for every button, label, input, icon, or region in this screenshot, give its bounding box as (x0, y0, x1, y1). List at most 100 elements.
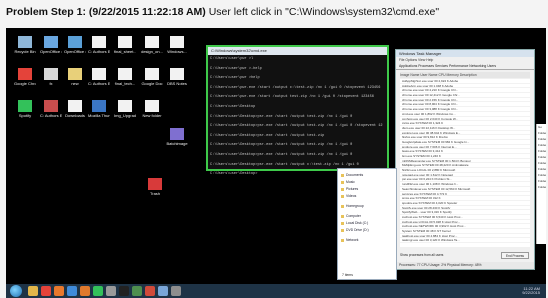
explorer-item-count: 7 items (342, 273, 353, 277)
desktop-icon[interactable]: Spotify (14, 100, 36, 118)
cmd-line: C:\Users\user\Desktop>psr.exe /start /ou… (210, 114, 353, 119)
taskbar-ie-icon[interactable] (67, 286, 77, 296)
desktop-icon-label: final_sheet... (114, 49, 136, 54)
cmd-output[interactable]: C:\Users\user\pwr >l C:\Users\user\pwr >-… (208, 55, 387, 180)
desktop-icon[interactable]: Img_Upgrade... (114, 100, 136, 118)
desktop-icon[interactable]: new (64, 68, 86, 86)
file-icon (18, 68, 32, 80)
step-label: Problem Step 1: (6, 6, 86, 18)
desktop-icon[interactable]: Downloads (64, 100, 86, 118)
desktop-icon-label: Mozilla Thunderbird (88, 113, 110, 118)
desktop-icon-label: design_on... (141, 49, 163, 54)
explorer-nav-item[interactable]: Videos (340, 193, 396, 200)
file-icon (118, 100, 132, 112)
desktop-icon[interactable]: New folder (141, 100, 163, 118)
explorer-nav[interactable]: Documents Music Pictures Videos Homegroup Com… (340, 172, 396, 244)
task-manager-window[interactable]: Windows Task Manager File Options View H… (395, 49, 535, 270)
cmd-line: C:\Users\user\pwr.exe /start /output c:\… (210, 85, 381, 90)
desktop-icon-label: C: Authors English S... (88, 49, 110, 54)
desktop-icon-label: OpenOffice 4.1.1 (x86) (64, 49, 86, 54)
taskbar-firefox-icon[interactable] (54, 286, 64, 296)
cmd-line: C:\Users\user\Desktop (210, 104, 256, 109)
taskbar-media-icon[interactable] (80, 286, 90, 296)
desktop-icon-label: Batchimage (166, 141, 188, 146)
desktop-icon[interactable]: Google Doc (141, 68, 163, 86)
taskbar-cmd-icon[interactable] (119, 286, 129, 296)
desktop-icon-label: Recycle Bin (14, 49, 36, 54)
show-all-processes-checkbox[interactable]: Show processes from all users (400, 253, 443, 257)
desktop-icon[interactable]: C: Authors English S... (88, 68, 110, 86)
explorer-nav-item[interactable]: Computer (340, 213, 396, 220)
desktop-icon[interactable]: C: Authors English S... (40, 100, 62, 118)
taskbar: 11:22 AM 9/22/2015 (6, 284, 546, 298)
desktop-icon[interactable]: OpenOffice 4.1.1 (x86) (64, 36, 86, 54)
file-icon (92, 36, 106, 48)
taskbar-app3-icon[interactable] (171, 286, 181, 296)
explorer-nav-item[interactable]: DVD Drive (D:) (340, 227, 396, 234)
desktop-icon[interactable]: final_sheet... (114, 36, 136, 54)
app-icon (170, 128, 184, 140)
explorer-nav-item[interactable]: Homegroup (340, 203, 396, 210)
background-window-item[interactable]: Folder (537, 184, 546, 190)
taskbar-taskmgr-icon[interactable] (132, 286, 142, 296)
explorer-nav-item[interactable]: Documents (340, 172, 396, 179)
task-manager-titlebar[interactable]: Windows Task Manager (396, 50, 534, 57)
taskbar-app-icon[interactable] (106, 286, 116, 296)
desktop-icon-label: DBS Notes (167, 81, 187, 86)
cmd-line: C:\Users\user\pwr.exe /start /output tes… (210, 95, 374, 100)
desktop-icon[interactable]: Recycle Bin (14, 36, 36, 54)
desktop-icon-label: Windows... (167, 49, 187, 54)
process-columns[interactable]: Image Name User Name CPU Memory Descript… (400, 72, 530, 78)
cmd-titlebar[interactable]: C:\Windows\system32\cmd.exe (208, 47, 387, 55)
desktop-icon[interactable]: Batchimage (166, 128, 188, 146)
taskbar-app2-icon[interactable] (158, 286, 168, 296)
background-window[interactable]: Go Folder Folder Folder Folder Folder Folder Fo… (536, 124, 546, 244)
desktop-icon-label: New folder (142, 113, 162, 118)
cmd-line: C:\Users\user\pwr >help (210, 76, 260, 81)
file-icon (68, 68, 82, 80)
taskbar-folder-icon[interactable] (28, 286, 38, 296)
step-timestamp: (9/22/2015 11:22:18 AM) (88, 6, 206, 18)
explorer-nav-item[interactable]: Music (340, 179, 396, 186)
file-icon (92, 68, 106, 80)
desktop-icon[interactable]: Windows... (166, 36, 188, 54)
system-clock[interactable]: 11:22 AM 9/22/2015 (522, 287, 540, 295)
explorer-nav-item[interactable]: Pictures (340, 186, 396, 193)
file-icon (145, 36, 159, 48)
desktop-icon[interactable]: Google Chrome (14, 68, 36, 86)
desktop-icon[interactable]: fx (40, 68, 62, 86)
desktop-icon[interactable]: design_on... (141, 36, 163, 54)
desktop-icon[interactable]: DBS Notes (166, 68, 188, 86)
explorer-nav-item[interactable]: Network (340, 237, 396, 244)
end-process-button[interactable]: End Process (501, 252, 529, 259)
taskbar-spotify-icon[interactable] (93, 286, 103, 296)
desktop-icon[interactable]: C: Authors English S... (88, 36, 110, 54)
desktop-icon[interactable]: Mozilla Thunderbird (88, 100, 110, 118)
explorer-window[interactable]: Documents Music Pictures Videos Homegroup Com… (337, 168, 397, 280)
app-icon (148, 178, 162, 190)
file-icon (92, 100, 106, 112)
file-icon (18, 100, 32, 112)
desktop-icon[interactable]: final_tech... (114, 68, 136, 86)
process-row[interactable]: taskmgr.exe user 00 3,120 K Windows Ta..… (400, 238, 530, 244)
explorer-nav-item[interactable]: Local Disk (C:) (340, 220, 396, 227)
file-icon (145, 68, 159, 80)
desktop-icon[interactable]: OpenOffice 4.1.1 (40, 36, 62, 54)
desktop-icon-label: OpenOffice 4.1.1 (40, 49, 62, 54)
desktop-icon-label: new (71, 81, 79, 86)
desktop-icon-label: Spotify (18, 113, 32, 118)
desktop-icon-label: Trash (149, 191, 161, 196)
taskbar-store-icon[interactable] (145, 286, 155, 296)
cmd-window[interactable]: C:\Windows\system32\cmd.exe C:\Users\use… (206, 45, 389, 176)
cmd-line: C:\Users\user\Desktop>psr.exe /start /ou… (210, 124, 383, 129)
file-icon (68, 100, 82, 112)
process-list[interactable]: AdAppMgrSvc.exe user 00 2,924 K Adobe Ado… (400, 79, 530, 247)
file-icon (44, 100, 58, 112)
file-icon (44, 68, 58, 80)
desktop-icon-label: Google Chrome (14, 81, 36, 86)
desktop-icon[interactable]: Trash (144, 178, 166, 196)
task-manager-tabs[interactable]: Applications Processes Services Performa… (396, 63, 534, 70)
taskbar-chrome-icon[interactable] (41, 286, 51, 296)
desktop-icon-label: C: Authors English S... (88, 81, 110, 86)
start-button-icon[interactable] (10, 285, 22, 297)
